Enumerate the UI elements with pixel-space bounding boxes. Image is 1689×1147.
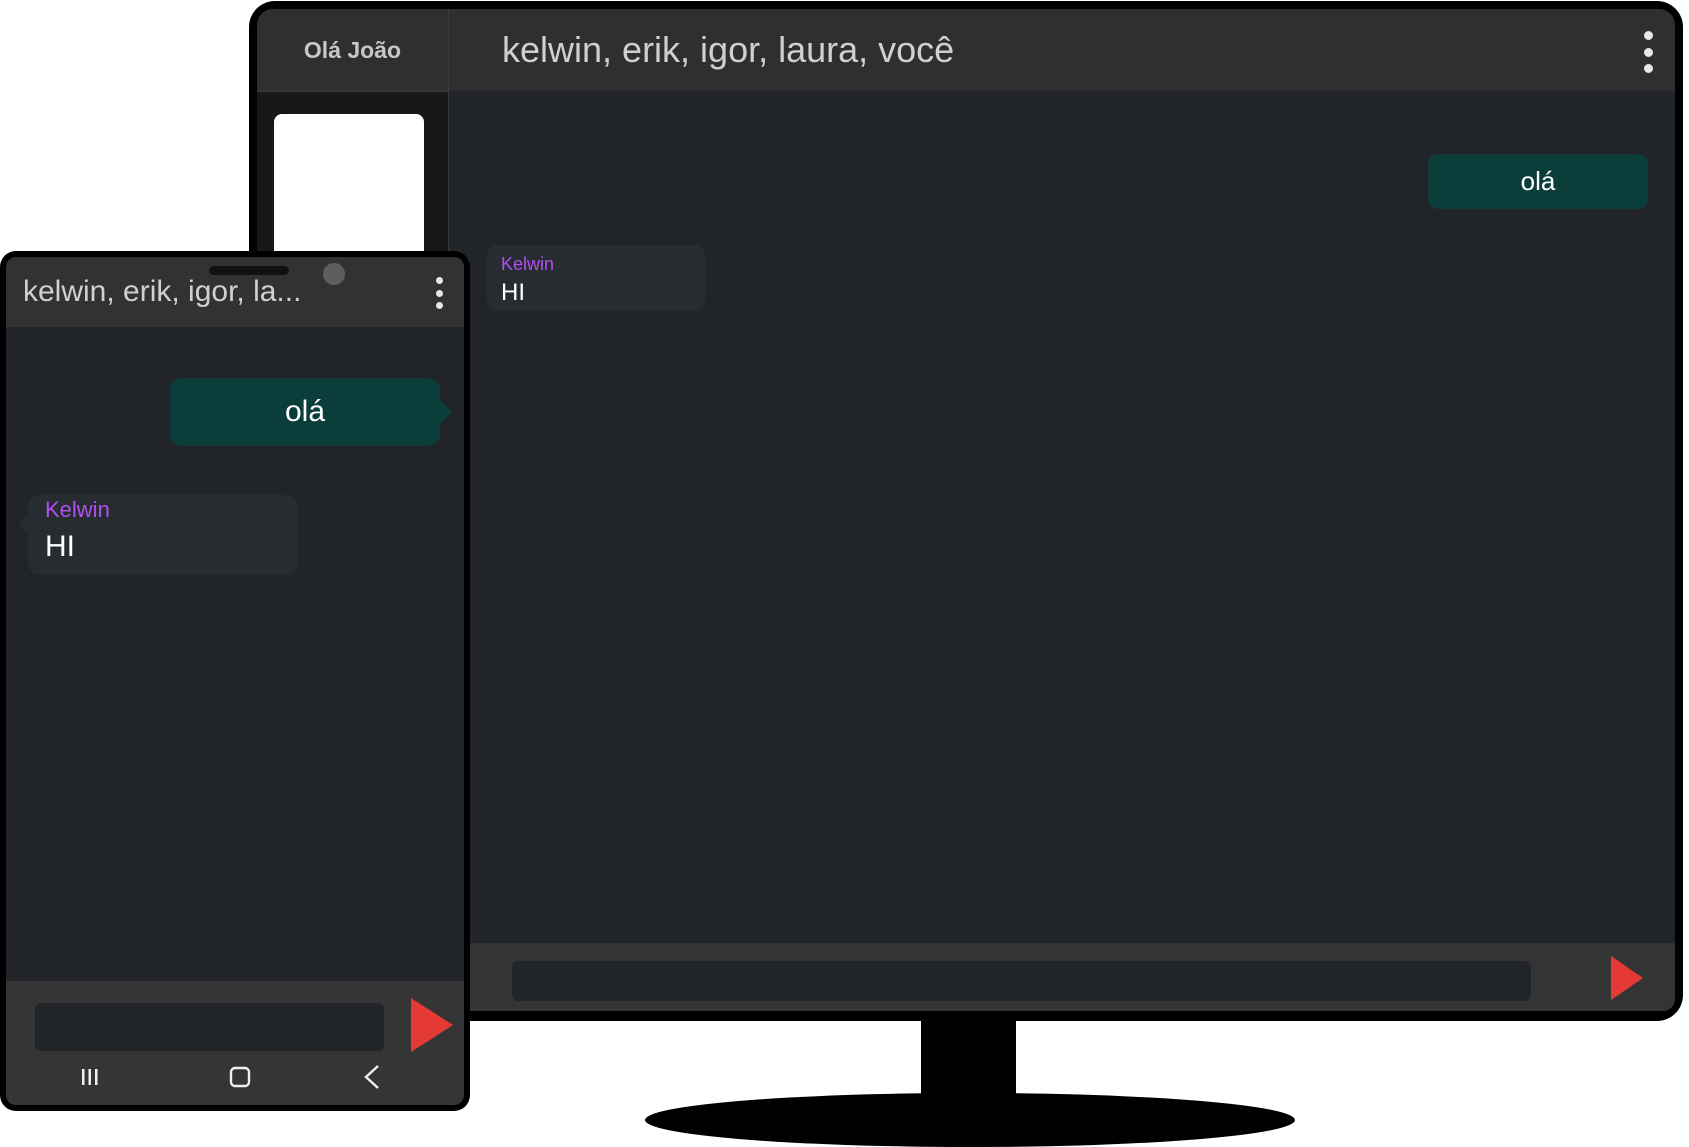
- message-sender: Kelwin: [45, 497, 110, 522]
- phone-speaker: [209, 266, 289, 275]
- home-icon[interactable]: [220, 1057, 260, 1097]
- mobile-chat-title: kelwin, erik, igor, la...: [23, 275, 302, 308]
- incoming-message: Kelwin HI: [487, 245, 705, 311]
- more-options-icon[interactable]: [434, 277, 444, 309]
- message-text: HI: [501, 279, 525, 306]
- desktop-chat-header: kelwin, erik, igor, laura, você: [449, 9, 1675, 91]
- recents-icon[interactable]: [70, 1057, 110, 1097]
- mobile-composer: [6, 981, 464, 1105]
- send-icon[interactable]: [1609, 954, 1645, 1002]
- desktop-message-input[interactable]: [512, 961, 1531, 1001]
- back-icon[interactable]: [352, 1057, 392, 1097]
- more-options-icon[interactable]: [1641, 31, 1655, 73]
- message-sender: Kelwin: [501, 254, 555, 274]
- mobile-chat-header: kelwin, erik, igor, la...: [6, 257, 464, 327]
- mobile-message-input[interactable]: [35, 1003, 384, 1051]
- phone-camera: [323, 263, 345, 285]
- sidebar-chat-card[interactable]: [274, 114, 424, 274]
- send-icon[interactable]: [409, 996, 455, 1054]
- monitor-stand-base: [645, 1093, 1295, 1147]
- outgoing-message: olá: [1428, 154, 1648, 209]
- monitor-stand-neck: [921, 1018, 1016, 1098]
- android-nav-bar: [6, 1057, 464, 1097]
- message-text: HI: [45, 530, 75, 563]
- incoming-message: Kelwin HI: [18, 495, 298, 575]
- desktop-chat-title: kelwin, erik, igor, laura, você: [502, 29, 955, 70]
- outgoing-message: olá: [170, 378, 452, 446]
- mobile-screen: kelwin, erik, igor, la... olá Kelwin HI: [6, 257, 464, 1105]
- sidebar-greeting: Olá João: [257, 9, 448, 92]
